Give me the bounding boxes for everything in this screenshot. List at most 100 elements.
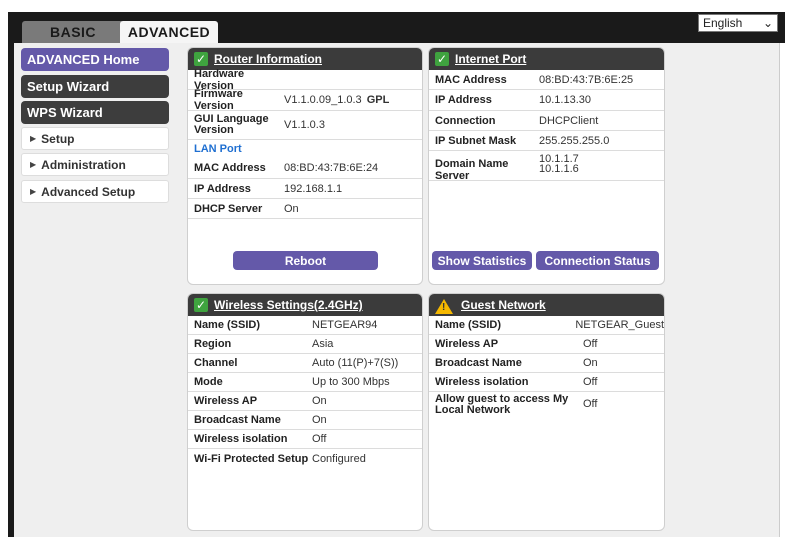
guest-row: Wireless isolation Off <box>429 373 664 392</box>
check-icon: ✓ <box>435 52 449 66</box>
subnet-row: IP Subnet Mask 255.255.255.0 <box>429 131 664 151</box>
firmware-gpl: GPL <box>366 94 390 106</box>
show-statistics-button[interactable]: Show Statistics <box>432 251 532 270</box>
chevron-down-icon: ⌄ <box>762 16 773 30</box>
internet-port-header: ✓ Internet Port <box>429 48 664 70</box>
connection-label: Connection <box>435 114 496 127</box>
warning-icon: ! <box>435 298 453 314</box>
internet-port-panel: ✓ Internet Port MAC Address 08:BD:43:7B:… <box>428 47 665 285</box>
wireless-header: ✓ Wireless Settings(2.4GHz) <box>188 294 422 316</box>
wan-ip-row: IP Address 10.1.13.30 <box>429 90 664 111</box>
dns2-value: 10.1.1.6 <box>539 163 579 175</box>
guest-network-title[interactable]: Guest Network <box>461 298 546 312</box>
dns-row: Domain Name Server 10.1.1.7 10.1.1.6 <box>429 151 664 182</box>
nav-administration[interactable]: ▶ Administration <box>21 153 169 176</box>
gui-language-label: GUI Language Version <box>194 113 269 136</box>
guest-row: Allow guest to access My Local Network O… <box>429 392 664 419</box>
wireless-row-value: On <box>312 395 327 407</box>
wireless-row-label: Broadcast Name <box>194 414 281 426</box>
wireless-row-value: NETGEAR94 <box>312 319 378 331</box>
wan-ip-label: IP Address <box>435 94 492 106</box>
wireless-row-value: Off <box>312 433 327 445</box>
wireless-row-label: Channel <box>194 357 238 369</box>
wireless-row-label: Mode <box>194 376 223 388</box>
wireless-row-value: Configured <box>312 452 366 465</box>
tab-basic[interactable]: BASIC <box>22 21 124 43</box>
nav-setup[interactable]: ▶ Setup <box>21 127 169 150</box>
check-icon: ✓ <box>194 52 208 66</box>
wan-mac-value: 08:BD:43:7B:6E:25 <box>539 73 634 86</box>
wireless-row: Channel Auto (11(P)+7(S)) <box>188 354 422 373</box>
wireless-row-value: Up to 300 Mbps <box>312 376 390 388</box>
lan-mac-label: MAC Address <box>194 162 266 174</box>
router-info-panel: ✓ Router Information Hardware Version Fi… <box>187 47 423 285</box>
guest-row: Name (SSID) NETGEAR_Guest <box>429 316 664 335</box>
nav-advanced-setup-label: Advanced Setup <box>41 184 136 199</box>
nav-wps-wizard[interactable]: WPS Wizard <box>21 101 169 124</box>
tab-advanced[interactable]: ADVANCED <box>120 21 218 43</box>
language-select[interactable]: English ⌄ <box>698 14 778 32</box>
nav-advanced-setup[interactable]: ▶ Advanced Setup <box>21 180 169 203</box>
nav-administration-label: Administration <box>41 157 126 172</box>
triangle-right-icon: ▶ <box>30 134 37 143</box>
wireless-row: Name (SSID) NETGEAR94 <box>188 316 422 335</box>
guest-row-label: Wireless isolation <box>435 376 529 388</box>
firmware-version-row: Firmware Version V1.1.0.09_1.0.3 GPL <box>188 88 422 112</box>
wireless-row-value: Asia <box>312 338 334 350</box>
connection-value: DHCPClient <box>539 114 599 127</box>
reboot-button[interactable]: Reboot <box>233 251 378 270</box>
nav-setup-wizard[interactable]: Setup Wizard <box>21 75 169 98</box>
lan-ip-value: 192.168.1.1 <box>284 182 343 195</box>
nav-advanced-home[interactable]: ADVANCED Home <box>21 48 169 71</box>
guest-row-label: Wireless AP <box>435 338 499 350</box>
subnet-label: IP Subnet Mask <box>435 134 517 147</box>
nav-setup-label: Setup <box>41 131 75 146</box>
wireless-row-value: On <box>312 414 327 426</box>
check-icon: ✓ <box>194 298 208 312</box>
wireless-panel: ✓ Wireless Settings(2.4GHz) Name (SSID) … <box>187 293 423 531</box>
wan-mac-row: MAC Address 08:BD:43:7B:6E:25 <box>429 70 664 90</box>
dhcp-row: DHCP Server On <box>188 199 422 219</box>
connection-status-button[interactable]: Connection Status <box>536 251 659 270</box>
right-divider <box>779 43 780 537</box>
guest-network-panel: ! Guest Network Name (SSID) NETGEAR_Gues… <box>428 293 665 531</box>
wan-mac-label: MAC Address <box>435 73 507 86</box>
subnet-value: 255.255.255.0 <box>539 134 610 147</box>
wireless-row-label: Wireless AP <box>194 395 258 407</box>
lan-ip-row: IP Address 192.168.1.1 <box>188 179 422 199</box>
dhcp-value: On <box>284 202 299 215</box>
wan-ip-value: 10.1.13.30 <box>539 94 591 106</box>
wireless-row-value: Auto (11(P)+7(S)) <box>312 357 399 369</box>
wireless-row-label: Name (SSID) <box>194 319 261 331</box>
wireless-title[interactable]: Wireless Settings(2.4GHz) <box>214 298 363 312</box>
wireless-row-label: Wireless isolation <box>194 433 288 445</box>
language-value: English <box>703 16 743 30</box>
firmware-version-value: V1.1.0.09_1.0.3 <box>284 94 362 106</box>
lan-mac-row: MAC Address 08:BD:43:7B:6E:24 <box>188 158 422 179</box>
hardware-version-row: Hardware Version <box>188 68 422 92</box>
guest-row: Broadcast Name On <box>429 354 664 373</box>
guest-row-label: Allow guest to access My Local Network <box>435 393 569 416</box>
lan-ip-label: IP Address <box>194 182 251 195</box>
guest-row-label: Name (SSID) <box>435 319 502 331</box>
lan-mac-value: 08:BD:43:7B:6E:24 <box>284 162 379 174</box>
internet-port-title[interactable]: Internet Port <box>455 52 526 66</box>
triangle-right-icon: ▶ <box>30 187 37 196</box>
wireless-row-label: Wi-Fi Protected Setup <box>194 452 309 465</box>
guest-row-value: Off <box>583 398 598 410</box>
router-info-title[interactable]: Router Information <box>214 52 322 66</box>
wireless-row-label: Region <box>194 338 232 350</box>
wireless-row: Mode Up to 300 Mbps <box>188 373 422 392</box>
gui-language-row: GUI Language Version V1.1.0.3 <box>188 111 422 140</box>
wireless-row: Wireless AP On <box>188 392 422 411</box>
connection-row: Connection DHCPClient <box>429 111 664 131</box>
wireless-row: Region Asia <box>188 335 422 354</box>
guest-row-value: Off <box>583 338 598 350</box>
firmware-version-label: Firmware Version <box>194 88 243 112</box>
guest-network-header: ! Guest Network <box>429 294 664 316</box>
guest-row-value: NETGEAR_Guest <box>575 319 664 331</box>
triangle-right-icon: ▶ <box>30 160 37 169</box>
guest-row-label: Broadcast Name <box>435 357 522 369</box>
guest-row: Wireless AP Off <box>429 335 664 354</box>
guest-row-value: On <box>583 357 598 369</box>
